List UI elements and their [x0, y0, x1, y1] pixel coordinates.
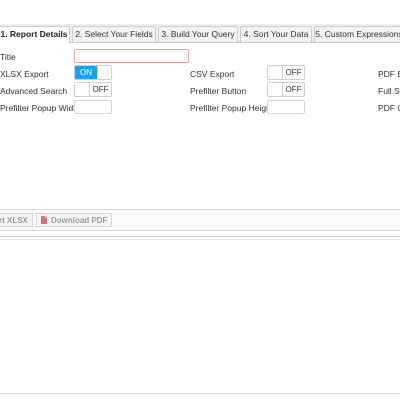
title-label: Title: [0, 52, 16, 62]
prefilter-popup-width-input[interactable]: [74, 100, 112, 114]
toggle-knob: [97, 66, 111, 79]
tab-report-details[interactable]: 1. Report Details: [0, 26, 70, 43]
export-xlsx-label: rt XLSX: [0, 216, 28, 225]
download-pdf-button[interactable]: Download PDF: [36, 213, 113, 227]
divider: [0, 236, 400, 237]
prefilter-popup-height-label: Prefilter Popup Height: [190, 103, 274, 113]
advanced-search-toggle[interactable]: OFF: [74, 82, 112, 97]
full-screen-label: Full Sc: [378, 86, 400, 96]
divider: [0, 239, 400, 240]
prefilter-popup-width-label: Prefilter Popup Width: [0, 103, 81, 113]
title-input[interactable]: [74, 49, 189, 63]
tab-bar: 1. Report Details 2. Select Your Fields …: [0, 24, 400, 43]
advanced-search-label: Advanced Search: [0, 86, 68, 96]
toggle-on-text: ON: [75, 66, 97, 79]
prefilter-button-toggle[interactable]: OFF: [267, 82, 305, 97]
toggle-off-text: OFF: [282, 83, 304, 96]
divider: [0, 393, 400, 394]
export-xlsx-button[interactable]: rt XLSX: [0, 213, 33, 227]
csv-export-label: CSV Export: [190, 69, 235, 79]
xlsx-export-toggle[interactable]: ON: [74, 65, 112, 80]
prefilter-popup-height-input[interactable]: [267, 100, 305, 114]
tab-custom-expressions[interactable]: 5. Custom Expressions: [314, 26, 400, 42]
pdf-file-icon: [41, 216, 47, 224]
prefilter-button-label: Prefilter Button: [190, 86, 247, 96]
toggle-off-text: OFF: [89, 83, 111, 96]
csv-export-toggle[interactable]: OFF: [267, 65, 305, 80]
tab-sort-data[interactable]: 4. Sort Your Data: [240, 26, 312, 42]
toggle-off-text: OFF: [282, 66, 304, 79]
pdf-export-label: PDF E: [378, 69, 400, 79]
download-pdf-label: Download PDF: [51, 216, 108, 225]
report-details-panel: Title XLSX Export ON CSV Export OFF PDF …: [0, 43, 400, 208]
export-toolbar: rt XLSX Download PDF: [0, 209, 400, 231]
xlsx-export-label: XLSX Export: [0, 69, 49, 79]
tab-build-query[interactable]: 3. Build Your Query: [158, 26, 238, 42]
tab-select-fields[interactable]: 2. Select Your Fields: [72, 26, 156, 42]
pdf-other-label: PDF C: [378, 103, 400, 113]
